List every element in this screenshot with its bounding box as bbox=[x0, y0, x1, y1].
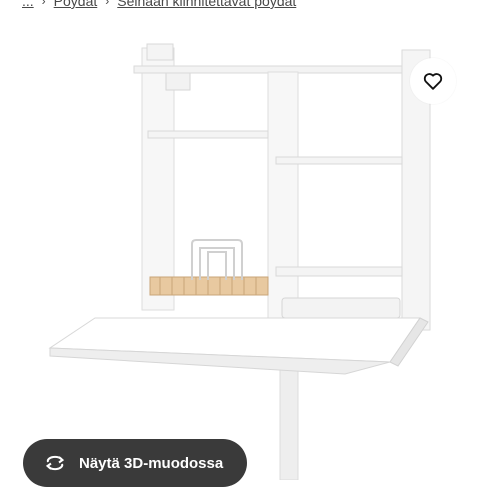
rotate-3d-icon bbox=[45, 455, 65, 471]
desk-shelf-left-top bbox=[147, 130, 269, 139]
desk-post bbox=[279, 369, 299, 480]
desk-middle-upright bbox=[267, 71, 299, 321]
desk-bottom-tray bbox=[281, 297, 401, 319]
favourite-button[interactable] bbox=[410, 58, 456, 104]
heart-outline-icon bbox=[423, 73, 443, 90]
desk-top-hook bbox=[146, 43, 174, 61]
desk-shelf-right-top bbox=[275, 156, 403, 165]
product-image[interactable] bbox=[0, 0, 480, 480]
desk-shelf-right-low bbox=[275, 266, 403, 277]
view-3d-button-label: Näytä 3D-muodossa bbox=[79, 454, 224, 472]
